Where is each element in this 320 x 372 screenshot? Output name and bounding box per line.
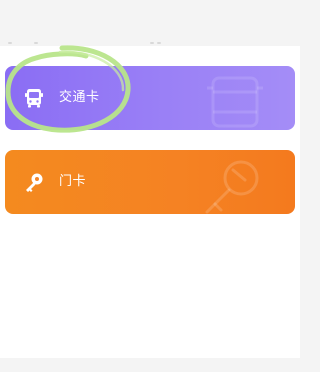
bus-watermark-icon — [207, 76, 263, 128]
door-card[interactable]: 门卡 — [5, 150, 295, 214]
status-tick — [34, 42, 38, 44]
key-watermark-icon — [205, 160, 259, 214]
transit-card-label: 交通卡 — [59, 90, 100, 105]
status-tick — [150, 42, 154, 44]
key-icon — [26, 173, 43, 192]
status-tick — [157, 42, 161, 44]
bottom-area — [0, 358, 300, 372]
transit-card[interactable]: 交通卡 — [5, 66, 295, 130]
status-tick — [8, 42, 12, 44]
door-card-label: 门卡 — [59, 174, 87, 189]
bus-icon — [25, 89, 43, 108]
top-status-area — [0, 0, 300, 46]
